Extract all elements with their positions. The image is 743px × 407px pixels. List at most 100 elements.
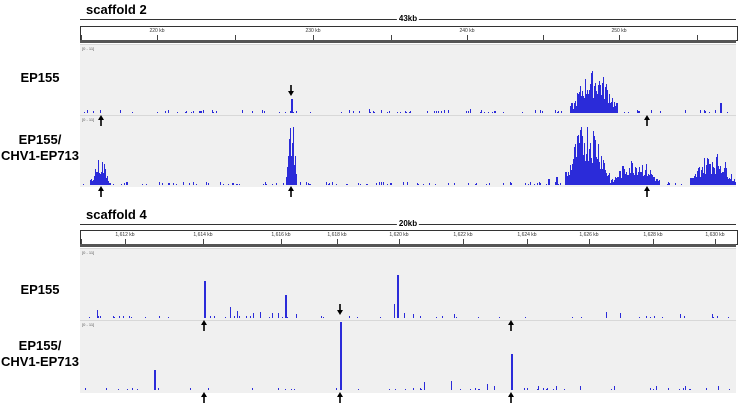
arrow-up-icon xyxy=(644,115,650,126)
coverage-noise-bar xyxy=(113,316,114,318)
coverage-noise-bar xyxy=(438,111,439,113)
coverage-noise-bar xyxy=(118,389,119,390)
coverage-noise-bar xyxy=(321,316,322,318)
coverage-noise-bar xyxy=(389,111,390,113)
coverage-noise-bar xyxy=(246,316,247,318)
coverage-peak-bar xyxy=(594,136,595,185)
coverage-peak-bar xyxy=(659,180,660,185)
coverage-noise-bar xyxy=(470,389,471,390)
coverage-noise-bar xyxy=(561,111,562,113)
coverage-noise-bar xyxy=(717,316,718,318)
coverage-peak-bar xyxy=(565,172,566,185)
coverage-peak-bar xyxy=(591,158,592,185)
coverage-noise-bar xyxy=(560,183,561,185)
coverage-peak-bar xyxy=(651,174,652,185)
coverage-noise-bar xyxy=(387,112,388,113)
arrow-down-icon xyxy=(288,85,294,96)
coverage-noise-bar xyxy=(499,317,500,318)
coverage-noise-bar xyxy=(201,111,202,113)
coverage-noise-bar xyxy=(421,389,422,390)
coverage-noise-bar xyxy=(374,112,375,113)
coverage-noise-bar xyxy=(624,112,625,113)
coverage-peak-bar xyxy=(618,177,619,185)
coverage-peak-bar xyxy=(295,156,296,185)
coverage-peak-bar xyxy=(592,163,593,185)
coverage-peak-bar xyxy=(644,175,645,185)
coverage-noise-bar xyxy=(423,184,424,185)
coverage-noise-bar xyxy=(475,388,476,390)
coverage-peak-bar xyxy=(638,172,639,185)
coverage-noise-bar xyxy=(193,111,194,113)
coverage-noise-bar xyxy=(203,110,204,113)
coverage-noise-bar xyxy=(346,184,347,185)
coverage-noise-bar xyxy=(537,183,538,185)
coverage-noise-bar xyxy=(488,112,489,113)
coverage-peak-bar xyxy=(577,136,578,185)
coverage-bar xyxy=(369,109,370,113)
coverage-noise-bar xyxy=(84,112,85,113)
coverage-peak-bar xyxy=(99,173,100,185)
coverage-noise-bar xyxy=(168,110,169,113)
coverage-noise-bar xyxy=(120,110,121,113)
coverage-bar xyxy=(272,313,273,318)
coverage-noise-bar xyxy=(272,184,273,185)
coverage-peak-bar xyxy=(154,370,156,390)
coverage-peak-bar xyxy=(726,168,727,185)
coverage-noise-bar xyxy=(225,317,226,318)
coverage-noise-bar xyxy=(434,111,435,113)
coverage-noise-bar xyxy=(675,183,676,185)
coverage-noise-bar xyxy=(190,388,191,390)
coverage-peak-bar xyxy=(630,173,631,185)
coverage-noise-bar xyxy=(700,110,701,113)
coverage-peak-bar xyxy=(286,177,287,185)
coverage-peak-bar xyxy=(589,90,590,113)
coverage-noise-bar xyxy=(547,388,548,390)
coverage-noise-bar xyxy=(347,184,348,185)
coverage-peak-bar xyxy=(584,98,585,113)
coverage-peak-bar xyxy=(653,177,654,185)
coverage-peak-bar xyxy=(708,159,709,185)
coverage-noise-bar xyxy=(728,317,729,318)
coverage-peak-bar xyxy=(641,172,642,185)
coverage-peak-bar xyxy=(707,158,708,185)
coverage-peak-bar xyxy=(610,103,611,113)
coverage-peak-bar xyxy=(602,169,603,185)
coverage-noise-bar xyxy=(489,183,490,185)
coverage-noise-bar xyxy=(100,316,101,318)
coverage-peak-bar xyxy=(583,96,584,113)
coverage-peak-bar xyxy=(576,157,577,185)
coverage-peak-bar xyxy=(107,176,108,185)
arrow-up-icon xyxy=(201,320,207,331)
coverage-peak-bar xyxy=(695,174,696,185)
coverage-noise-bar xyxy=(264,111,265,113)
coverage-noise-bar xyxy=(639,317,640,318)
coverage-noise-bar xyxy=(159,316,160,318)
coverage-peak-bar xyxy=(294,165,295,185)
coverage-peak-bar xyxy=(569,175,570,185)
coverage-peak-bar xyxy=(568,172,569,185)
coverage-noise-bar xyxy=(480,112,481,113)
coverage-noise-bar xyxy=(681,184,682,185)
coverage-noise-bar xyxy=(407,182,408,185)
coverage-noise-bar xyxy=(441,111,442,113)
coverage-noise-bar xyxy=(131,317,132,318)
coverage-bar xyxy=(606,312,607,318)
coverage-peak-bar xyxy=(732,181,733,185)
coverage-noise-bar xyxy=(406,112,407,113)
coverage-noise-bar xyxy=(208,388,209,390)
coverage-peak-bar xyxy=(712,162,713,185)
coverage-peak-bar xyxy=(601,156,602,185)
coverage-peak-bar xyxy=(578,135,579,185)
coverage-bar xyxy=(454,314,455,318)
coverage-noise-bar xyxy=(537,389,538,390)
coverage-peak-bar xyxy=(703,173,704,185)
coverage-peak-bar xyxy=(96,172,97,185)
coverage-noise-bar xyxy=(727,112,728,113)
coverage-noise-bar xyxy=(454,183,455,185)
coverage-noise-bar xyxy=(543,388,544,390)
coverage-peak-bar xyxy=(293,127,294,185)
coverage-noise-bar xyxy=(418,184,419,185)
coverage-noise-bar xyxy=(405,389,406,390)
coverage-noise-bar xyxy=(89,317,90,318)
coverage-noise-bar xyxy=(380,317,381,318)
